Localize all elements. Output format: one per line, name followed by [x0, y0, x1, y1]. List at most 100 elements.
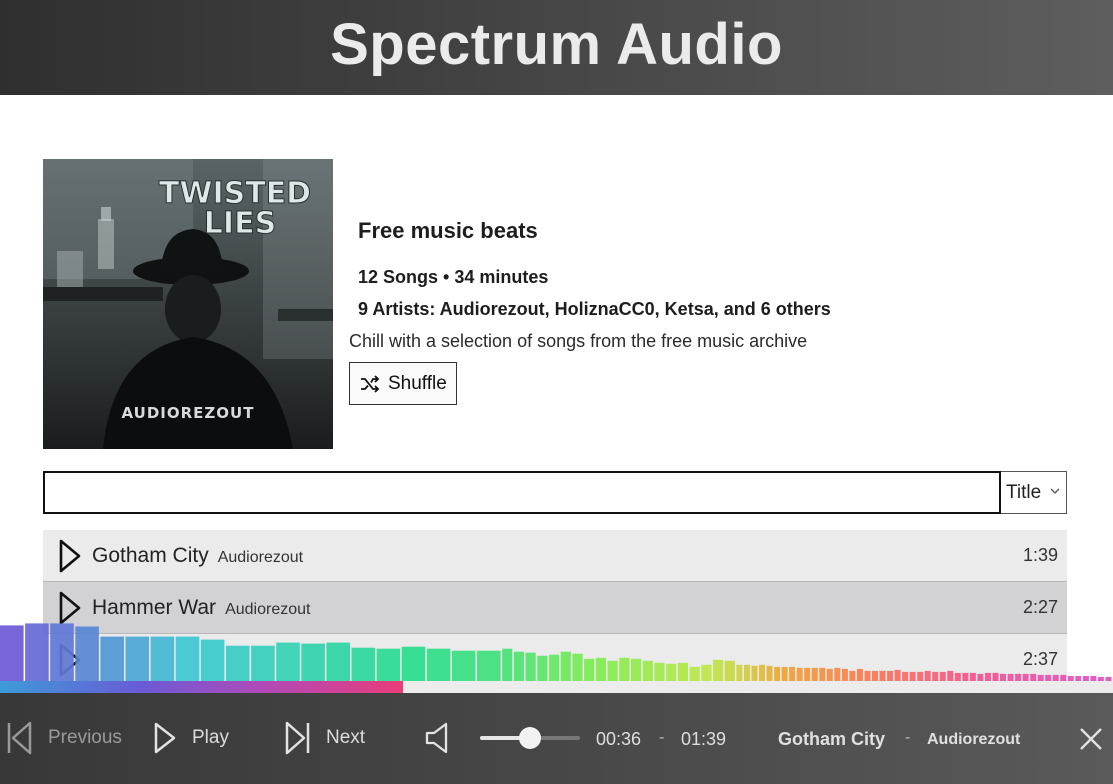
- spectrum-bar: [642, 660, 653, 681]
- spectrum-bar: [969, 672, 976, 681]
- spectrum-bar: [477, 650, 501, 681]
- spectrum-bar: [401, 646, 426, 681]
- spectrum-bar: [962, 672, 969, 681]
- spectrum-bar: [992, 672, 999, 681]
- spectrum-bar: [426, 648, 451, 681]
- spectrum-bar: [276, 642, 300, 681]
- spectrum-bar: [909, 671, 916, 681]
- spectrum-bar: [666, 663, 677, 681]
- shuffle-button[interactable]: Shuffle: [349, 362, 457, 405]
- next-button[interactable]: Next: [284, 721, 365, 755]
- spectrum-bar: [607, 660, 618, 681]
- spectrum-bar: [766, 665, 773, 681]
- spectrum-bar: [0, 625, 24, 681]
- spectrum-bar: [75, 626, 99, 681]
- spectrum-bar: [150, 636, 175, 681]
- spectrum-bar: [301, 643, 325, 681]
- spectrum-bar: [1000, 673, 1006, 681]
- spectrum-bar: [759, 664, 765, 681]
- spectrum-bar: [537, 655, 548, 681]
- shuffle-icon: [361, 374, 380, 393]
- sort-select-value: Title: [1006, 481, 1042, 503]
- spectrum-bar: [789, 666, 796, 681]
- volume-icon[interactable]: [424, 721, 454, 755]
- total-time: 01:39: [681, 729, 727, 749]
- now-playing-artist: Audiorezout: [927, 731, 1021, 748]
- time-separator: -: [659, 729, 665, 746]
- close-icon[interactable]: [1079, 727, 1103, 751]
- app-title: Spectrum Audio: [330, 12, 783, 77]
- chevron-down-icon: [1050, 488, 1060, 494]
- skip-back-icon: [7, 721, 32, 755]
- spectrum-bar: [525, 652, 536, 681]
- spectrum-bar: [1007, 673, 1014, 681]
- spectrum-bar: [654, 662, 665, 681]
- spectrum-bar: [804, 667, 811, 681]
- skip-forward-icon: [285, 721, 310, 755]
- spectrum-bar: [894, 669, 901, 681]
- cover-title-line2: LIES: [204, 206, 276, 241]
- spectrum-bar: [595, 657, 606, 681]
- spectrum-bar: [376, 648, 401, 681]
- spectrum-bar: [939, 671, 946, 681]
- spectrum-bar: [549, 654, 560, 681]
- spectrum-bar: [781, 666, 788, 681]
- play-button[interactable]: Play: [152, 721, 229, 755]
- spectrum-bar: [619, 657, 630, 681]
- playback-progress-bar[interactable]: [0, 681, 1113, 693]
- cover-artist-logo: AUDIOREZOUT: [122, 404, 255, 422]
- sort-select[interactable]: Title: [1001, 471, 1067, 514]
- volume-slider[interactable]: [480, 727, 580, 749]
- spectrum-bar: [841, 668, 848, 681]
- spectrum-bar: [744, 664, 750, 681]
- track-artist: Audiorezout: [217, 549, 304, 566]
- volume-slider-handle[interactable]: [519, 727, 541, 749]
- spectrum-bar: [200, 639, 225, 681]
- album-cover-illustration: TWISTED LIES AUDIOREZOUT: [43, 159, 333, 449]
- play-icon: [154, 722, 176, 754]
- spectrum-bar: [351, 647, 376, 681]
- spectrum-bar: [887, 670, 894, 681]
- spectrum-bar: [932, 671, 939, 681]
- spectrum-bar: [225, 645, 250, 681]
- spectrum-bar: [513, 651, 524, 681]
- spectrum-bar: [796, 667, 803, 681]
- spectrum-bar: [924, 670, 931, 681]
- spectrum-bar: [811, 667, 818, 681]
- play-label: Play: [192, 727, 229, 748]
- track-row[interactable]: Gotham City Audiorezout 1:39: [43, 530, 1067, 582]
- spectrum-bar: [879, 670, 886, 681]
- now-playing-separator: -: [905, 729, 911, 746]
- spectrum-bar: [751, 665, 758, 681]
- spectrum-bar: [25, 623, 49, 681]
- next-label: Next: [326, 727, 366, 748]
- playlist-stats: 12 Songs • 34 minutes: [358, 267, 549, 287]
- spectrum-bar: [917, 671, 924, 681]
- spectrum-bar: [872, 670, 878, 681]
- player-bar: Previous Play Next 00:36 - 01:39 Gotham …: [0, 693, 1113, 784]
- spectrum-bar: [502, 648, 513, 681]
- spectrum-bar: [1022, 673, 1029, 681]
- now-playing-title: Gotham City: [778, 729, 886, 749]
- previous-label: Previous: [48, 727, 122, 748]
- spectrum-bar: [50, 623, 74, 681]
- spectrum-bar: [985, 672, 991, 681]
- spectrum-bar: [631, 658, 642, 681]
- previous-button[interactable]: Previous: [6, 721, 122, 755]
- spectrum-bar: [689, 666, 700, 681]
- spectrum-bar: [819, 667, 826, 681]
- spectrum-bar: [175, 636, 200, 681]
- album-cover: TWISTED LIES AUDIOREZOUT: [43, 159, 333, 449]
- spectrum-bar: [826, 668, 833, 681]
- playlist-title: Free music beats: [358, 218, 538, 243]
- playlist-description: Chill with a selection of songs from the…: [349, 331, 808, 351]
- spectrum-bar: [1030, 673, 1037, 681]
- track-play-icon[interactable]: [57, 538, 83, 574]
- track-search-input[interactable]: [43, 471, 1001, 514]
- spectrum-bar: [572, 653, 583, 681]
- spectrum-bar: [125, 636, 150, 681]
- spectrum-bar: [251, 645, 275, 681]
- spectrum-bar: [560, 651, 571, 681]
- current-time: 00:36: [596, 729, 642, 749]
- spectrum-bar: [947, 670, 954, 681]
